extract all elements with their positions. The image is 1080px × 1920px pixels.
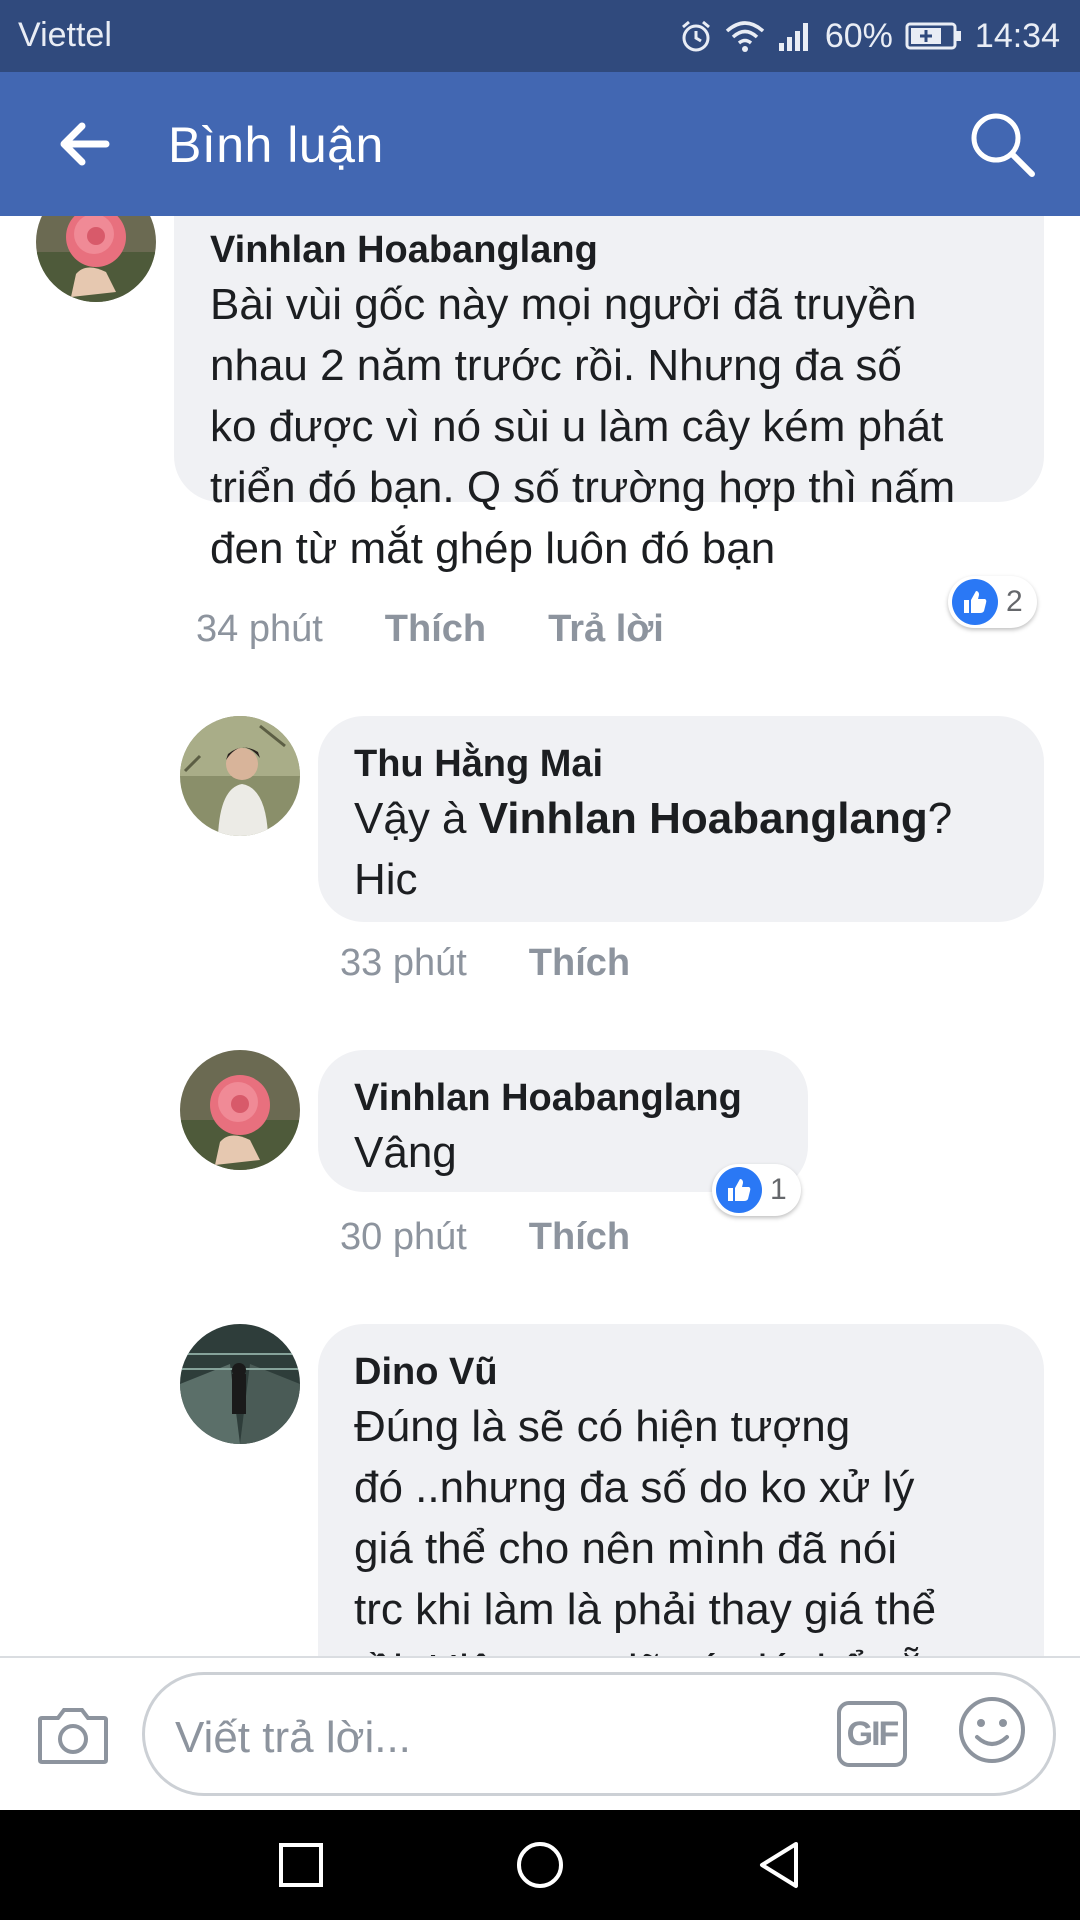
recent-apps-icon[interactable] [276,1840,326,1890]
comment-time: 34 phút [196,608,323,650]
comment-list: Vinhlan Hoabanglang Bài vùi gốc này mọi … [0,216,1080,1656]
like-icon [952,579,998,625]
comment-author[interactable]: Vinhlan Hoabanglang [210,226,1008,274]
comment-author[interactable]: Vinhlan Hoabanglang [354,1074,772,1122]
avatar[interactable] [180,1050,300,1170]
smiley-icon[interactable] [957,1695,1027,1765]
comment-text: Vậy à Vinhlan Hoabanglang? Hic [354,788,1008,910]
reply-button[interactable]: Trả lời [548,608,664,651]
system-nav-bar [0,1810,1080,1920]
comment-time: 33 phút [340,942,467,984]
reply-placeholder: Viết trả lời... [175,1713,411,1762]
wifi-icon [725,21,765,52]
signal-icon [778,23,808,51]
reaction-count[interactable]: 2 [948,576,1037,628]
comment-line: Đúng là sẽ có hiện tượng [354,1402,851,1451]
like-count: 1 [770,1173,787,1206]
comment-text-part: ? [927,794,953,843]
like-button[interactable]: Thích [385,608,486,651]
app-header: Bình luận [0,72,1080,216]
comment-time: 30 phút [340,1216,467,1258]
comment-meta: 30 phút Thích [340,1216,630,1259]
comment-author[interactable]: Thu Hằng Mai [354,740,1008,788]
comment-line: rồi. Hiện nay đã có giá thể sẵn [354,1640,1008,1656]
like-icon [716,1167,762,1213]
arrow-left-icon[interactable] [56,116,112,172]
comment-line: Vậy à Vinhlan Hoabanglang? [354,788,1008,849]
comment-text: Đúng là sẽ có hiện tượng đó ..nhưng đa s… [354,1396,1008,1656]
gif-button[interactable]: GIF [837,1701,907,1767]
comment-line: trc khi làm là phải thay giá thể [354,1585,937,1634]
clock: 14:34 [974,16,1060,55]
comment-line: đen từ mắt ghép luôn đó bạn [210,524,776,573]
comment-bubble[interactable]: Thu Hằng Mai Vậy à Vinhlan Hoabanglang? … [318,716,1044,922]
comment-bubble[interactable]: Vinhlan Hoabanglang Bài vùi gốc này mọi … [174,216,1044,573]
battery-percent: 60% [824,16,893,55]
status-bar: Viettel 60% 14:34 [0,0,1080,72]
comment-line: giá thể cho nên mình đã nói [354,1524,898,1573]
like-count: 2 [1006,585,1023,618]
reaction-count[interactable]: 1 [712,1164,801,1216]
page-title: Bình luận [168,117,384,173]
like-button[interactable]: Thích [529,942,630,985]
reply-input[interactable]: Viết trả lời... GIF [142,1672,1056,1796]
mention-link[interactable]: Vinhlan Hoabanglang [479,794,928,843]
like-button[interactable]: Thích [529,1216,630,1259]
comment-meta: 34 phút Thích Trả lời [196,608,664,651]
reply-composer: Viết trả lời... GIF [0,1656,1080,1810]
comment-line: nhau 2 năm trước rồi. Nhưng đa số [210,341,902,390]
search-icon[interactable] [966,108,1038,180]
comment-line: triển đó bạn. Q số trường hợp thì nấm [210,463,956,512]
carrier-name: Viettel [18,16,112,54]
comment-bubble[interactable]: Dino Vũ Đúng là sẽ có hiện tượng đó ..nh… [318,1324,1044,1656]
avatar[interactable] [36,216,156,302]
avatar[interactable] [180,716,300,836]
battery-charging-icon [905,22,961,50]
avatar[interactable] [180,1324,300,1444]
comment-line: Hic [354,855,418,904]
comment-text: Vâng [354,1128,457,1177]
alarm-icon [681,20,710,52]
comment-line: ko được vì nó sùi u làm cây kém phát [210,402,944,451]
comment-author[interactable]: Dino Vũ [354,1348,1008,1396]
comment-text-part: Vậy à [354,794,479,843]
comment-meta: 33 phút Thích [340,942,630,985]
comment-line: Bài vùi gốc này mọi người đã truyền [210,280,917,329]
camera-icon[interactable] [36,1702,110,1768]
comment-line: đó ..nhưng đa số do ko xử lý [354,1463,915,1512]
back-nav-icon[interactable] [754,1840,804,1890]
home-icon[interactable] [515,1840,565,1890]
comment-text: Bài vùi gốc này mọi người đã truyền nhau… [210,274,1008,579]
